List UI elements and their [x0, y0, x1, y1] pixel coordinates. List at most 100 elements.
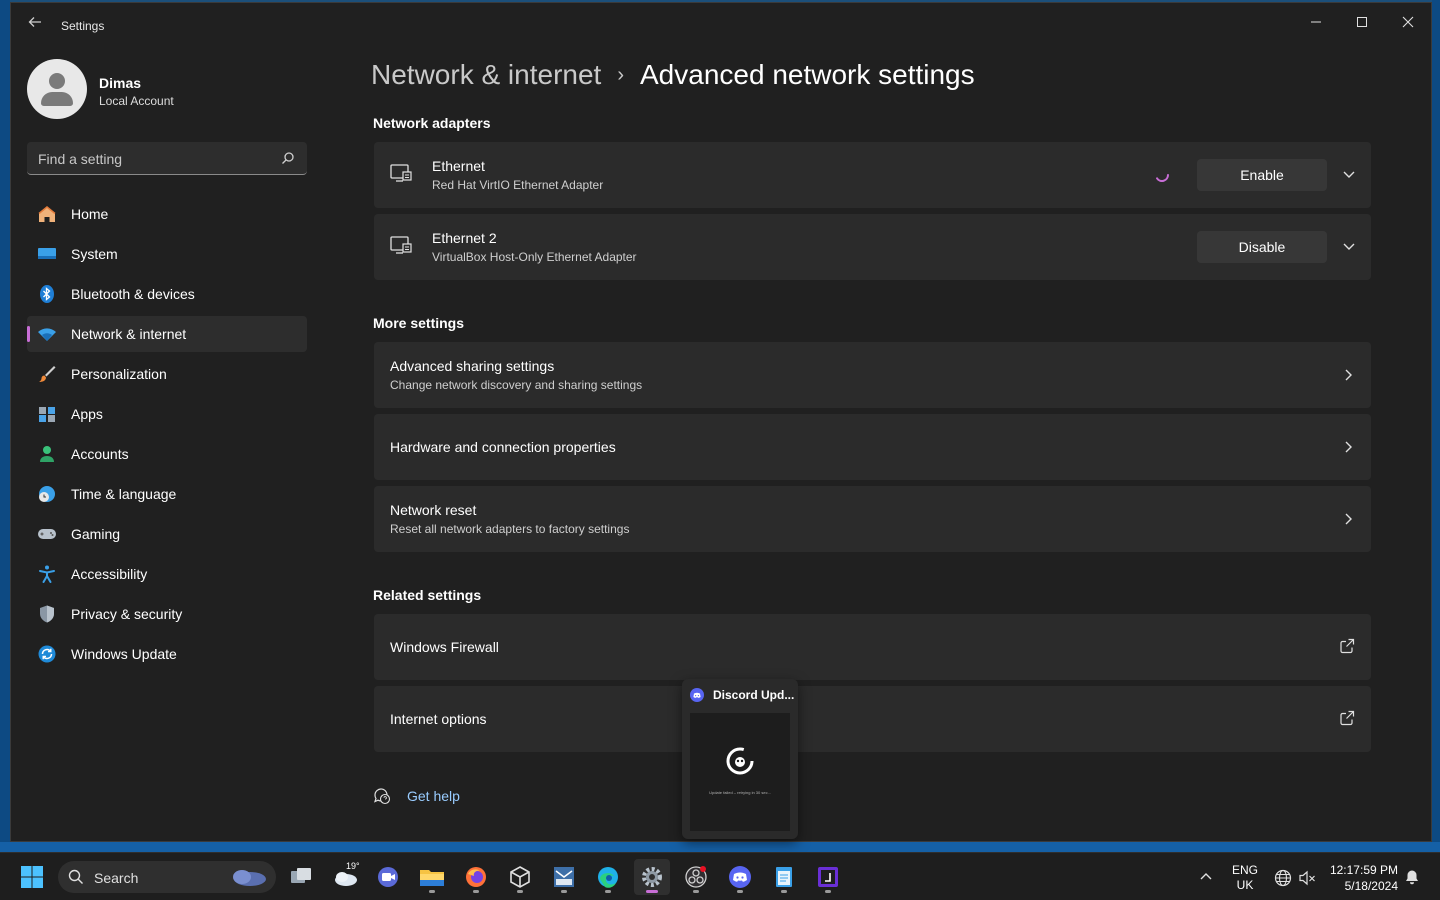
sidebar-item-label: System	[71, 246, 118, 262]
sidebar-nav: Home System Bluetooth & devices Network …	[27, 196, 307, 676]
globe-clock-icon	[37, 484, 57, 504]
accounts-icon	[37, 444, 57, 464]
discord-taskbar-preview[interactable]: Discord Upd... Update failed – retrying …	[682, 679, 798, 839]
clock-date: 5/18/2024	[1344, 879, 1398, 893]
get-help-link[interactable]: Get help	[373, 787, 460, 805]
taskbar-app-server-manager[interactable]	[546, 859, 582, 895]
search-input[interactable]: Find a setting	[27, 142, 307, 175]
adapter-card-ethernet[interactable]: Ethernet Red Hat VirtIO Ethernet Adapter…	[374, 142, 1371, 208]
taskbar-app-file-explorer[interactable]	[414, 859, 450, 895]
clock-time: 12:17:59 PM	[1329, 863, 1398, 877]
adapter-card-ethernet-2[interactable]: Ethernet 2 VirtualBox Host-Only Ethernet…	[374, 214, 1371, 280]
back-button[interactable]	[25, 15, 45, 35]
gamepad-icon	[37, 524, 57, 544]
discord-updater-logo-icon	[726, 747, 754, 775]
taskbar-app-virtualbox[interactable]	[502, 859, 538, 895]
card-title: Advanced sharing settings	[390, 358, 555, 374]
maximize-button[interactable]	[1339, 9, 1385, 37]
sidebar-item-bluetooth[interactable]: Bluetooth & devices	[27, 276, 307, 312]
speaker-muted-icon[interactable]	[1298, 869, 1316, 887]
sidebar-item-system[interactable]: System	[27, 236, 307, 272]
running-indicator	[561, 890, 567, 893]
internet-options-card[interactable]: Internet options	[374, 686, 1371, 752]
windows-firewall-card[interactable]: Windows Firewall	[374, 614, 1371, 680]
running-indicator	[825, 890, 831, 893]
running-indicator	[517, 890, 523, 893]
breadcrumb-parent-link[interactable]: Network & internet	[371, 59, 601, 91]
network-globe-icon[interactable]	[1274, 869, 1292, 887]
sidebar-item-apps[interactable]: Apps	[27, 396, 307, 432]
sidebar-item-accounts[interactable]: Accounts	[27, 436, 307, 472]
advanced-sharing-settings-card[interactable]: Advanced sharing settings Change network…	[374, 342, 1371, 408]
start-button[interactable]	[14, 859, 50, 895]
sidebar-item-gaming[interactable]: Gaming	[27, 516, 307, 552]
adapter-description: Red Hat VirtIO Ethernet Adapter	[432, 178, 604, 192]
search-highlight-icon	[233, 870, 266, 886]
search-placeholder: Find a setting	[38, 151, 123, 167]
taskbar-app-edge[interactable]	[590, 859, 626, 895]
update-icon	[37, 644, 57, 664]
chevron-down-icon[interactable]	[1341, 238, 1357, 254]
search-icon	[68, 869, 83, 884]
wifi-icon	[37, 324, 57, 344]
running-indicator	[693, 890, 699, 893]
task-view-button[interactable]	[283, 859, 319, 895]
sidebar-item-personalization[interactable]: Personalization	[27, 356, 307, 392]
taskbar-app-discord[interactable]	[722, 859, 758, 895]
card-title: Internet options	[390, 711, 487, 727]
chevron-right-icon	[1345, 513, 1352, 525]
maximize-icon	[1357, 17, 1367, 27]
taskbar-app-settings[interactable]	[634, 859, 670, 895]
firefox-icon	[466, 867, 486, 887]
sidebar-item-label: Windows Update	[71, 646, 177, 662]
chevron-down-icon[interactable]	[1341, 166, 1357, 182]
chevron-right-icon	[1345, 369, 1352, 381]
sidebar-item-accessibility[interactable]: Accessibility	[27, 556, 307, 592]
taskbar-search[interactable]: Search	[58, 861, 276, 893]
external-link-icon	[1340, 710, 1355, 726]
enable-adapter-button[interactable]: Enable	[1197, 159, 1327, 191]
card-title: Network reset	[390, 502, 477, 518]
hardware-connection-properties-card[interactable]: Hardware and connection properties	[374, 414, 1371, 480]
minimize-button[interactable]	[1293, 9, 1339, 37]
windows-logo-icon	[21, 866, 43, 888]
taskbar-app-meet[interactable]	[370, 859, 406, 895]
language-indicator[interactable]: ENG UK	[1232, 863, 1258, 893]
chevron-up-icon[interactable]	[1198, 869, 1214, 885]
system-clock[interactable]: 12:17:59 PM 5/18/2024	[1322, 862, 1398, 894]
chevron-right-icon	[1345, 441, 1352, 453]
get-help-label: Get help	[407, 788, 460, 804]
taskbar-app-terminal[interactable]	[810, 859, 846, 895]
discord-window-thumbnail[interactable]: Update failed – retrying in 30 sec...	[690, 713, 790, 831]
desktop-background-bottom	[0, 842, 1440, 852]
home-icon	[37, 204, 57, 224]
minimize-icon	[1311, 21, 1321, 23]
card-title: Hardware and connection properties	[390, 439, 616, 455]
avatar[interactable]	[27, 59, 87, 119]
sidebar-item-windows-update[interactable]: Windows Update	[27, 636, 307, 672]
adapter-name: Ethernet 2	[432, 230, 497, 246]
avatar-body	[41, 92, 73, 106]
taskbar-app-firefox[interactable]	[458, 859, 494, 895]
taskbar-app-obs[interactable]	[678, 859, 714, 895]
notification-bell-icon[interactable]	[1404, 869, 1420, 885]
title-bar: Settings	[11, 3, 1431, 47]
close-icon	[1402, 16, 1414, 28]
disable-adapter-button[interactable]: Disable	[1197, 231, 1327, 263]
sidebar-item-home[interactable]: Home	[27, 196, 307, 232]
running-indicator	[473, 890, 479, 893]
running-indicator	[781, 890, 787, 893]
close-button[interactable]	[1385, 9, 1431, 37]
sidebar-item-privacy-security[interactable]: Privacy & security	[27, 596, 307, 632]
taskbar-app-notepad[interactable]	[766, 859, 802, 895]
page-title: Advanced network settings	[640, 59, 975, 90]
sidebar-item-label: Accessibility	[71, 566, 148, 582]
sidebar-item-label: Network & internet	[71, 326, 187, 342]
sidebar-item-network[interactable]: Network & internet	[27, 316, 307, 352]
card-title: Windows Firewall	[390, 639, 499, 655]
sidebar-item-time-language[interactable]: Time & language	[27, 476, 307, 512]
network-reset-card[interactable]: Network reset Reset all network adapters…	[374, 486, 1371, 552]
section-title-network-adapters: Network adapters	[373, 115, 491, 131]
language-code: ENG	[1232, 863, 1259, 877]
system-icon	[37, 244, 57, 264]
